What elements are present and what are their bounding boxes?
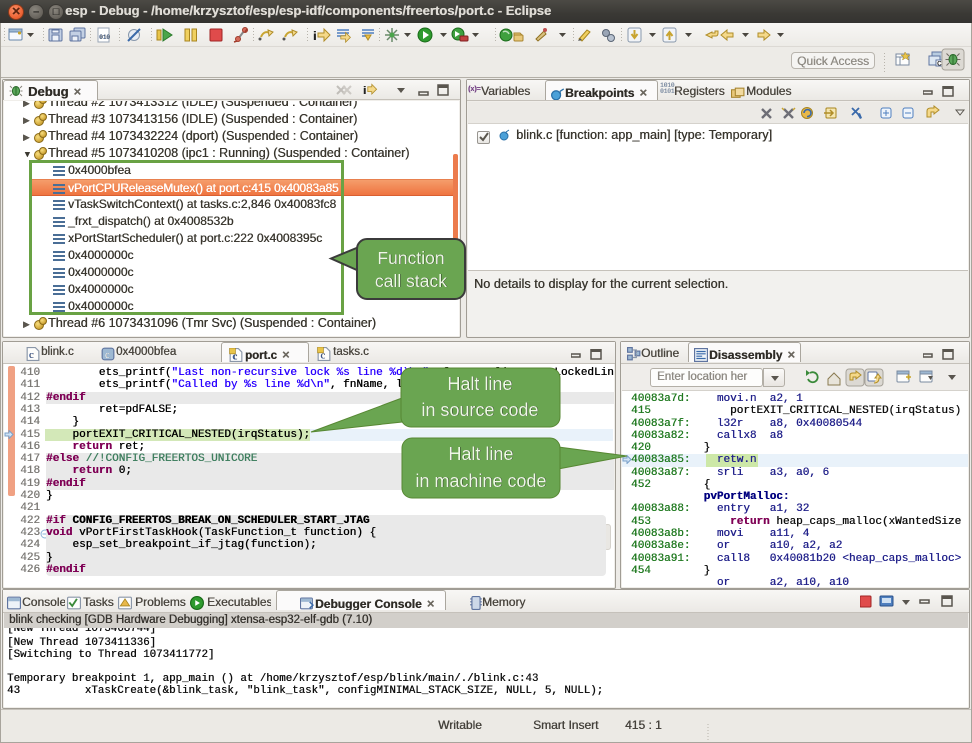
svg-text:Halt line: Halt line bbox=[447, 374, 512, 394]
svg-text:Function: Function bbox=[377, 248, 444, 268]
svg-text:call stack: call stack bbox=[375, 271, 447, 291]
svg-text:Halt line: Halt line bbox=[448, 444, 513, 464]
svg-text:in machine code: in machine code bbox=[415, 471, 546, 491]
svg-text:in source code: in source code bbox=[421, 400, 538, 420]
